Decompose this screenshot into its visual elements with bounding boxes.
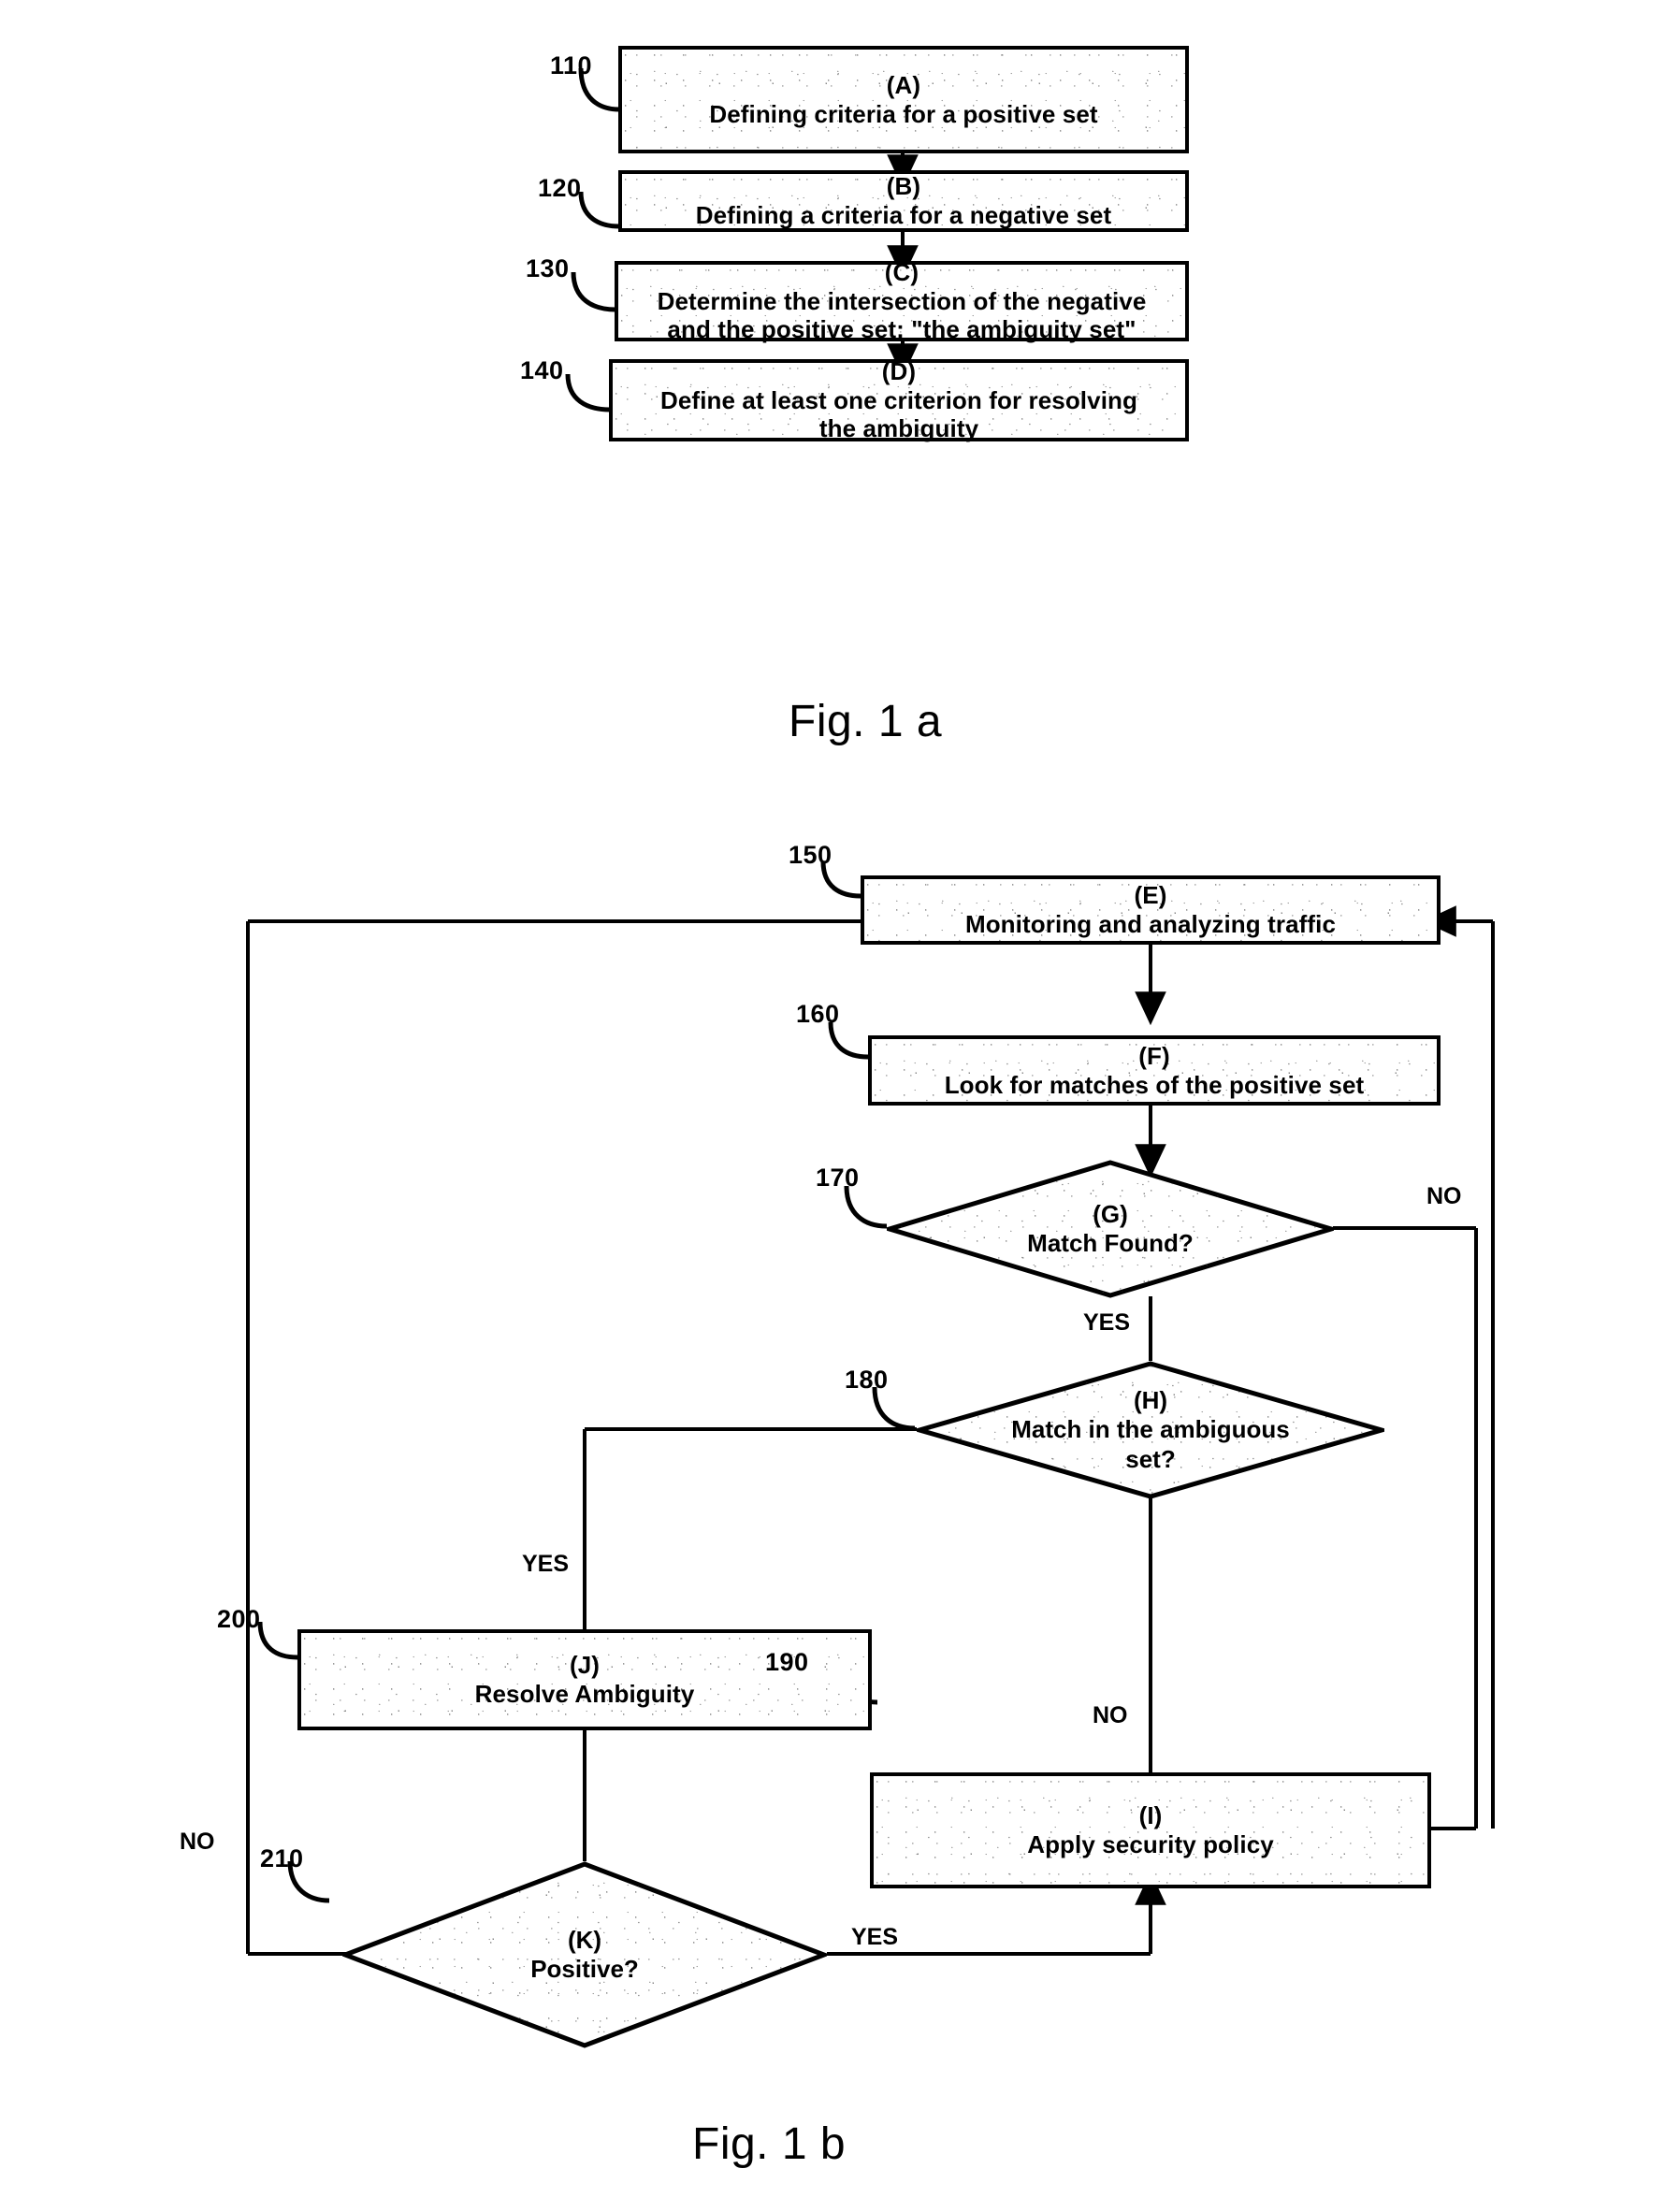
fig1b-node-j[interactable]: (J) Resolve Ambiguity [297, 1629, 872, 1730]
fig1b-node-k[interactable]: (K) Positive? [342, 1861, 827, 2048]
node-tag: (H) [1133, 1386, 1168, 1415]
node-label: Match in the ambiguous [1011, 1415, 1290, 1444]
refnum-200: 200 [217, 1605, 261, 1633]
node-label-2: the ambiguity [818, 414, 979, 443]
node-label: Resolve Ambiguity [474, 1680, 695, 1708]
figure-page: (A) Defining criteria for a positive set… [0, 0, 1665, 2212]
refnum-190: 190 [765, 1648, 809, 1676]
node-tag: (C) [884, 258, 919, 286]
refnum-130: 130 [526, 254, 570, 282]
fig1a-node-b[interactable]: (B) Defining a criteria for a negative s… [618, 170, 1189, 232]
fig1b-node-i[interactable]: (I) Apply security policy [870, 1772, 1431, 1888]
edge-label-g-yes: YES [1083, 1309, 1131, 1336]
node-label: Defining a criteria for a negative set [695, 201, 1112, 229]
node-label: Monitoring and analyzing traffic [964, 910, 1337, 938]
node-tag: (E) [1134, 881, 1167, 910]
node-label: Apply security policy [1027, 1830, 1274, 1858]
refnum-110: 110 [550, 51, 593, 80]
node-label-2: set? [1125, 1444, 1176, 1473]
node-tag: (K) [567, 1925, 602, 1954]
refnum-180: 180 [845, 1366, 889, 1394]
fig1b-node-f[interactable]: (F) Look for matches of the positive set [868, 1035, 1441, 1106]
refnum-170: 170 [816, 1164, 860, 1192]
fig1a-caption: Fig. 1 a [789, 697, 943, 746]
node-label: Defining criteria for a positive set [709, 99, 1098, 128]
fig1b-node-e[interactable]: (E) Monitoring and analyzing traffic [861, 875, 1441, 945]
node-label-2: and the positive set: "the ambiguity set… [667, 315, 1137, 344]
edge-label-h-yes: YES [522, 1551, 570, 1577]
refnum-150: 150 [789, 841, 832, 869]
node-tag: (F) [1138, 1041, 1170, 1070]
fig1b-node-h[interactable]: (H) Match in the ambiguous set? [917, 1361, 1384, 1499]
edge-label-k-yes: YES [851, 1924, 899, 1950]
node-label: Look for matches of the positive set [944, 1070, 1365, 1099]
node-tag: (G) [1093, 1199, 1128, 1228]
fig1a-node-c[interactable]: (C) Determine the intersection of the ne… [615, 258, 1189, 344]
fig1a-node-d[interactable]: (D) Define at least one criterion for re… [609, 357, 1189, 443]
node-tag: (J) [569, 1651, 601, 1680]
node-label: Match Found? [1027, 1229, 1194, 1257]
edge-label-g-no: NO [1426, 1183, 1462, 1209]
node-tag: (A) [886, 70, 921, 99]
node-tag: (D) [881, 357, 917, 385]
refnum-140: 140 [520, 356, 564, 384]
node-label: Define at least one criterion for resolv… [660, 385, 1137, 414]
edge-label-h-no: NO [1093, 1702, 1128, 1728]
fig1b-caption: Fig. 1 b [692, 2119, 847, 2169]
node-label: Positive? [530, 1955, 639, 1983]
node-tag: (B) [886, 172, 921, 201]
fig1b-node-g[interactable]: (G) Match Found? [887, 1160, 1334, 1298]
node-tag: (I) [1138, 1801, 1163, 1830]
refnum-160: 160 [796, 1000, 840, 1028]
fig1a-node-a[interactable]: (A) Defining criteria for a positive set [618, 46, 1189, 153]
edge-label-k-no: NO [180, 1829, 215, 1855]
refnum-120: 120 [538, 174, 582, 202]
node-label: Determine the intersection of the negati… [657, 286, 1147, 315]
refnum-210: 210 [260, 1844, 304, 1872]
